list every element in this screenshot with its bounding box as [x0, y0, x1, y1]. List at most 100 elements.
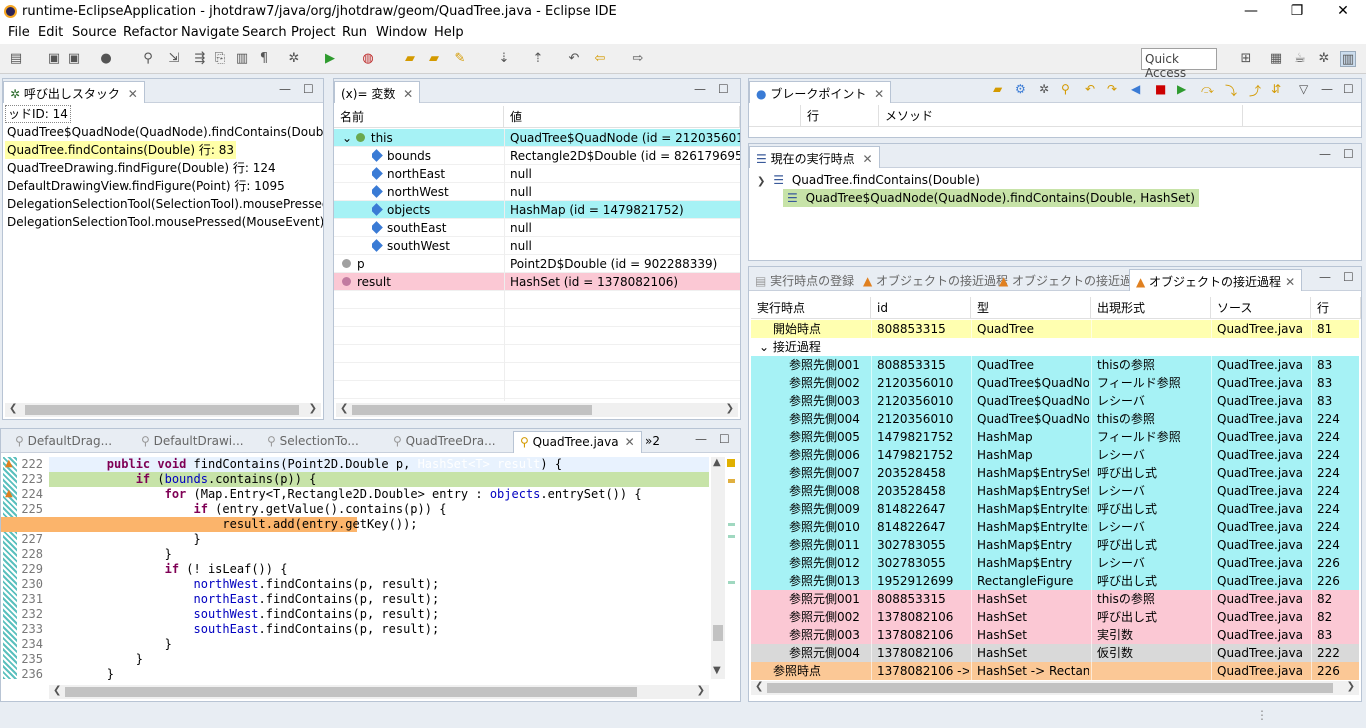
menu-help[interactable]: Help [434, 25, 464, 40]
table-row[interactable]: 参照元側001 808853315 HashSet thisの参照 QuadTree.j… [751, 590, 1359, 608]
col-type[interactable]: 型 [971, 297, 1091, 319]
chevron-down-icon[interactable]: ❯ [757, 176, 765, 187]
open-type-icon[interactable]: ▰ [426, 51, 442, 67]
step-back-icon[interactable]: ◀ [1131, 82, 1140, 96]
table-row[interactable]: 開始時点 808853315 QuadTree QuadTree.java 81 [751, 320, 1359, 338]
table-row[interactable]: 参照先側013 1952912699 RectangleFigure 呼び出し式 Qua… [751, 572, 1359, 590]
table-row[interactable]: 参照元側004 1378082106 HashSet 仮引数 QuadTree.java… [751, 644, 1359, 662]
perspective-custom-icon[interactable]: ▥ [1340, 51, 1356, 67]
perspective-resource-icon[interactable]: ▦ [1268, 51, 1284, 67]
col-line[interactable]: 行 [801, 105, 879, 127]
vertical-scrollbar[interactable]: ▲ ▼ [711, 457, 725, 679]
tab-quadtree-drawing[interactable]: ⚲ QuadTreeDra... [387, 431, 502, 453]
close-icon[interactable]: ✕ [128, 87, 138, 101]
doc-icon[interactable]: ▥ [234, 51, 250, 67]
perspective-java-icon[interactable]: ☕ [1292, 51, 1308, 67]
col-method[interactable]: メソッド [879, 105, 1243, 127]
scroll-right-icon[interactable]: ❯ [1347, 681, 1355, 692]
col-point[interactable]: 実行時点 [751, 297, 871, 319]
save-all-icon[interactable]: ▣ [66, 51, 82, 67]
scroll-left-icon[interactable]: ❮ [755, 681, 763, 692]
minimize-icon[interactable]: — [279, 82, 291, 96]
drop-frame-icon[interactable]: ⇵ [1271, 82, 1281, 96]
tab-register-point[interactable]: ▤ 実行時点の登録 [749, 269, 860, 291]
minimize-icon[interactable]: — [694, 82, 706, 96]
code-line[interactable]: for (Map.Entry<T,Rectangle2D.Double> ent… [49, 487, 709, 502]
tab-default-drag[interactable]: ⚲ DefaultDrag... [9, 431, 118, 453]
code-line[interactable]: if (bounds.contains(p)) { [49, 472, 709, 487]
step-return-icon[interactable]: ⤴ [1249, 82, 1261, 99]
variable-row[interactable]: ⌄ this QuadTree$QuadNode (id = 2120356010… [334, 129, 740, 147]
table-row[interactable]: 参照元側003 1378082106 HashSet 実引数 QuadTree.java… [751, 626, 1359, 644]
scroll-left-icon[interactable]: ❮ [9, 403, 17, 414]
variable-row[interactable]: p Point2D$Double (id = 902288339) [334, 255, 740, 273]
tab-approach-2[interactable]: ▲ オブジェクトの接近過程 [993, 269, 1150, 291]
table-row[interactable]: 参照先側005 1479821752 HashMap フィールド参照 QuadTree.… [751, 428, 1359, 446]
prev-annotation-icon[interactable]: ⇡ [530, 51, 546, 67]
chevron-down-icon[interactable]: ▽ [1299, 82, 1308, 96]
menu-window[interactable]: Window [376, 25, 427, 40]
table-row[interactable]: ⌄ 接近過程 [751, 338, 1359, 356]
col-name[interactable]: 名前 [334, 106, 504, 128]
code-line[interactable]: if (! isLeaf()) { [49, 562, 709, 577]
col-id[interactable]: id [871, 297, 971, 319]
menu-source[interactable]: Source [72, 25, 117, 40]
tab-selection-tool[interactable]: ⚲ SelectionTo... [261, 431, 365, 453]
minimize-button[interactable]: — [1228, 0, 1274, 24]
breakpoint-marker-icon[interactable]: ▲ [5, 458, 13, 469]
step-icon[interactable]: ⇶ [192, 51, 208, 67]
minimize-icon[interactable]: — [695, 432, 707, 446]
table-row[interactable]: 参照先側012 302783055 HashMap$Entry レシーバ QuadTre… [751, 554, 1359, 572]
tab-current-point[interactable]: ☰ 現在の実行時点 ✕ [749, 146, 880, 168]
maximize-icon[interactable]: ☐ [1343, 82, 1354, 96]
scroll-right-icon[interactable]: ❯ [309, 403, 317, 414]
search-icon[interactable]: ⚲ [1061, 82, 1070, 96]
code-line[interactable]: public void findContains(Point2D.Double … [49, 457, 709, 472]
table-row[interactable]: 参照元側002 1378082106 HashSet 呼び出し式 QuadTree.ja… [751, 608, 1359, 626]
close-icon[interactable]: ✕ [874, 87, 884, 101]
table-row[interactable]: 参照先側010 814822647 HashMap$EntryIter... レシーバ… [751, 518, 1359, 536]
minimize-icon[interactable]: — [1319, 270, 1331, 284]
table-row[interactable]: 参照先側006 1479821752 HashMap レシーバ QuadTree.jav… [751, 446, 1359, 464]
code-line[interactable]: } [49, 637, 709, 652]
tab-approach-1[interactable]: ▲ オブジェクトの接近過程 [857, 269, 1014, 291]
col-source[interactable]: ソース [1211, 297, 1311, 319]
list-item[interactable]: DelegationSelectionTool(SelectionTool).m… [7, 195, 323, 213]
chevron-down-icon[interactable]: ⌄ [342, 131, 356, 145]
stop-icon[interactable]: ■ [1155, 82, 1166, 96]
open-folder-icon[interactable]: ▰ [402, 51, 418, 67]
menu-navigate[interactable]: Navigate [181, 25, 239, 40]
code-line[interactable]: southEast.findContains(p, result); [49, 622, 709, 637]
tree-child-selected[interactable]: ☰ QuadTree$QuadNode(QuadNode).findContai… [783, 189, 1199, 207]
search-tool-icon[interactable]: ✎ [452, 51, 468, 67]
maximize-icon[interactable]: ☐ [303, 82, 314, 96]
code-line[interactable]: southWest.findContains(p, result); [49, 607, 709, 622]
close-button[interactable]: ✕ [1320, 0, 1366, 24]
menu-file[interactable]: File [8, 25, 30, 40]
variable-row[interactable]: result HashSet (id = 1378082106) [334, 273, 740, 291]
debug-icon[interactable]: ✲ [286, 51, 302, 67]
tree-root[interactable]: ❯ ☰ QuadTree.findContains(Double) [757, 171, 980, 189]
horizontal-scrollbar[interactable]: ❮ ❯ [336, 403, 738, 417]
list-item[interactable]: ッドID: 14 [5, 105, 71, 123]
chevron-down-icon[interactable]: ⌄ [759, 340, 773, 354]
variable-row[interactable]: northWest null [334, 183, 740, 201]
variable-row[interactable]: southEast null [334, 219, 740, 237]
code-line[interactable]: if (entry.getValue().contains(p)) { [49, 502, 709, 517]
minimize-icon[interactable]: — [1319, 147, 1331, 161]
scroll-left-icon[interactable]: ❮ [340, 403, 348, 414]
table-row[interactable]: 参照先側007 203528458 HashMap$EntrySet 呼び出し式 Qua… [751, 464, 1359, 482]
list-item[interactable]: QuadTreeDrawing.findFigure(Double) 行: 12… [7, 159, 276, 177]
perspective-debug-icon[interactable]: ✲ [1316, 51, 1332, 67]
code-line[interactable]: northWest.findContains(p, result); [49, 577, 709, 592]
menu-search[interactable]: Search [242, 25, 287, 40]
step-into-icon[interactable]: ⤵ [1225, 82, 1237, 99]
open-icon[interactable]: ▰ [993, 82, 1002, 96]
forward-icon[interactable]: ⇨ [630, 51, 646, 67]
horizontal-scrollbar[interactable]: ❮ ❯ [751, 681, 1359, 695]
run-icon[interactable]: ▶ [322, 51, 338, 67]
menu-project[interactable]: Project [291, 25, 335, 40]
menu-refactor[interactable]: Refactor [123, 25, 178, 40]
menu-edit[interactable]: Edit [38, 25, 63, 40]
table-row[interactable]: 参照先側011 302783055 HashMap$Entry 呼び出し式 QuadTr… [751, 536, 1359, 554]
